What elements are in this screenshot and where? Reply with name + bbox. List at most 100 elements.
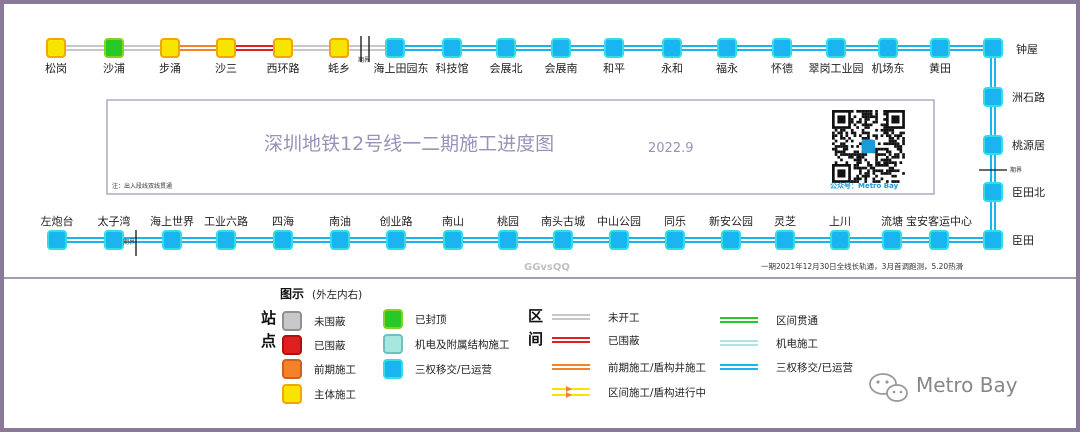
qr-cell <box>891 128 895 132</box>
qr-cell <box>853 153 857 156</box>
qr-cell <box>867 115 870 119</box>
qr-cell <box>864 153 868 156</box>
qr-cell <box>845 139 849 143</box>
qr-cell <box>872 177 876 181</box>
qr-cell <box>891 131 895 135</box>
qr-cell <box>842 147 846 151</box>
qr-cell <box>867 172 870 175</box>
station-label-南山: 南山 <box>442 215 464 228</box>
qr-cell <box>867 126 870 129</box>
qr-cell <box>894 161 897 164</box>
qr-cell <box>856 174 859 178</box>
qr-cell <box>832 137 835 140</box>
station-label-中山公园: 中山公园 <box>597 215 641 228</box>
qr-cell <box>845 145 849 148</box>
station-label-宝安客运中心: 宝安客运中心 <box>906 214 972 228</box>
qr-cell <box>872 172 876 175</box>
qr-cell <box>861 110 865 113</box>
qr-cell <box>875 115 878 119</box>
map-frame: 深圳地铁12号线一二期施工进度图 2022.9 注：出入段线双线贯通 公众号：M… <box>4 4 1076 428</box>
station-label-灵芝: 灵芝 <box>774 215 796 228</box>
qr-cell <box>891 139 895 143</box>
qr-cell <box>896 153 900 156</box>
legend: 图示 (外左内右) 站 点 区 间 未围蔽已围蔽前期施工主体施工 已封顶机电及附属… <box>261 287 853 404</box>
qr-cell <box>864 166 868 170</box>
qr-cell <box>867 164 870 167</box>
station-福永 <box>717 38 737 58</box>
qr-cell <box>864 126 868 129</box>
qr-cell <box>853 164 857 167</box>
station-label-永和: 永和 <box>661 61 683 75</box>
qr-cell <box>888 161 892 164</box>
legend-subtitle: (外左内右) <box>312 288 362 301</box>
qr-cell <box>883 153 886 156</box>
station-label-会展北: 会展北 <box>490 62 523 75</box>
qr-cell <box>880 153 884 156</box>
station-label-新安公园: 新安公园 <box>709 214 753 228</box>
qr-cell <box>853 115 857 119</box>
station-机场东 <box>878 38 898 58</box>
station-label-海上世界: 海上世界 <box>150 214 194 228</box>
qr-cell <box>899 161 903 164</box>
qr-cell <box>840 134 843 137</box>
qr-cell <box>875 161 878 164</box>
legend-swatch-2 <box>282 359 302 379</box>
qr-cell <box>864 174 868 178</box>
qr-cell <box>856 110 859 113</box>
station-label-机场东: 机场东 <box>872 61 905 75</box>
qr-cell <box>869 110 873 113</box>
note-text: 注：出入段线双线贯通 <box>112 182 172 190</box>
qr-cell <box>864 131 868 135</box>
station-创业路 <box>386 230 406 250</box>
station-灵芝 <box>775 230 795 250</box>
qr-cell <box>867 131 870 135</box>
break-label-top: 期界 <box>358 56 370 64</box>
qr-cell <box>902 137 905 140</box>
qr-cell <box>883 110 886 113</box>
station-太子湾 <box>104 230 124 250</box>
qr-cell <box>848 155 851 159</box>
qr-cell <box>864 177 868 181</box>
qr-cell <box>872 166 876 170</box>
qr-cell <box>864 120 868 124</box>
qr-cell <box>845 161 849 164</box>
qr-cell <box>864 115 868 119</box>
qr-cell <box>877 153 881 156</box>
watermark: GGvsQQ <box>524 262 570 273</box>
qr-cell <box>872 120 876 124</box>
qr-cell <box>861 112 865 116</box>
qr-cell <box>864 123 868 127</box>
qr-cell <box>848 153 851 156</box>
station-label-怀德: 怀德 <box>771 61 793 75</box>
qr-cell <box>877 164 881 167</box>
qr-logo <box>861 139 876 154</box>
legend-section-label-3: 区间施工/盾构进行中 <box>608 386 706 399</box>
qr-cell <box>883 172 886 175</box>
qr-cell <box>861 131 865 135</box>
station-宝安客运中心 <box>929 230 949 250</box>
qr-cell <box>886 147 889 151</box>
qr-cell <box>834 139 838 143</box>
station-科技馆 <box>442 38 462 58</box>
qr-cell <box>880 169 884 173</box>
qr-cell <box>894 153 897 156</box>
qr-cell <box>861 137 865 140</box>
qr-cell <box>888 134 892 137</box>
station-label-和平: 和平 <box>603 62 625 75</box>
qr-cell <box>856 150 859 154</box>
station-label-西环路: 西环路 <box>267 62 300 75</box>
qr-cell <box>888 169 892 173</box>
qr-cell <box>832 147 835 151</box>
station-松岗 <box>46 38 66 58</box>
qr-cell <box>859 169 862 173</box>
station-label-工业六路: 工业六路 <box>204 215 248 228</box>
qr-cell <box>861 128 865 132</box>
qr-cell <box>840 137 843 140</box>
qr-cell <box>886 142 889 146</box>
qr-cell <box>859 118 862 121</box>
qr-cell <box>850 120 854 124</box>
qr-cell <box>883 128 886 132</box>
station-label-桃源居: 桃源居 <box>1012 138 1045 152</box>
qr-cell <box>864 118 868 121</box>
qr-cell <box>837 145 841 148</box>
